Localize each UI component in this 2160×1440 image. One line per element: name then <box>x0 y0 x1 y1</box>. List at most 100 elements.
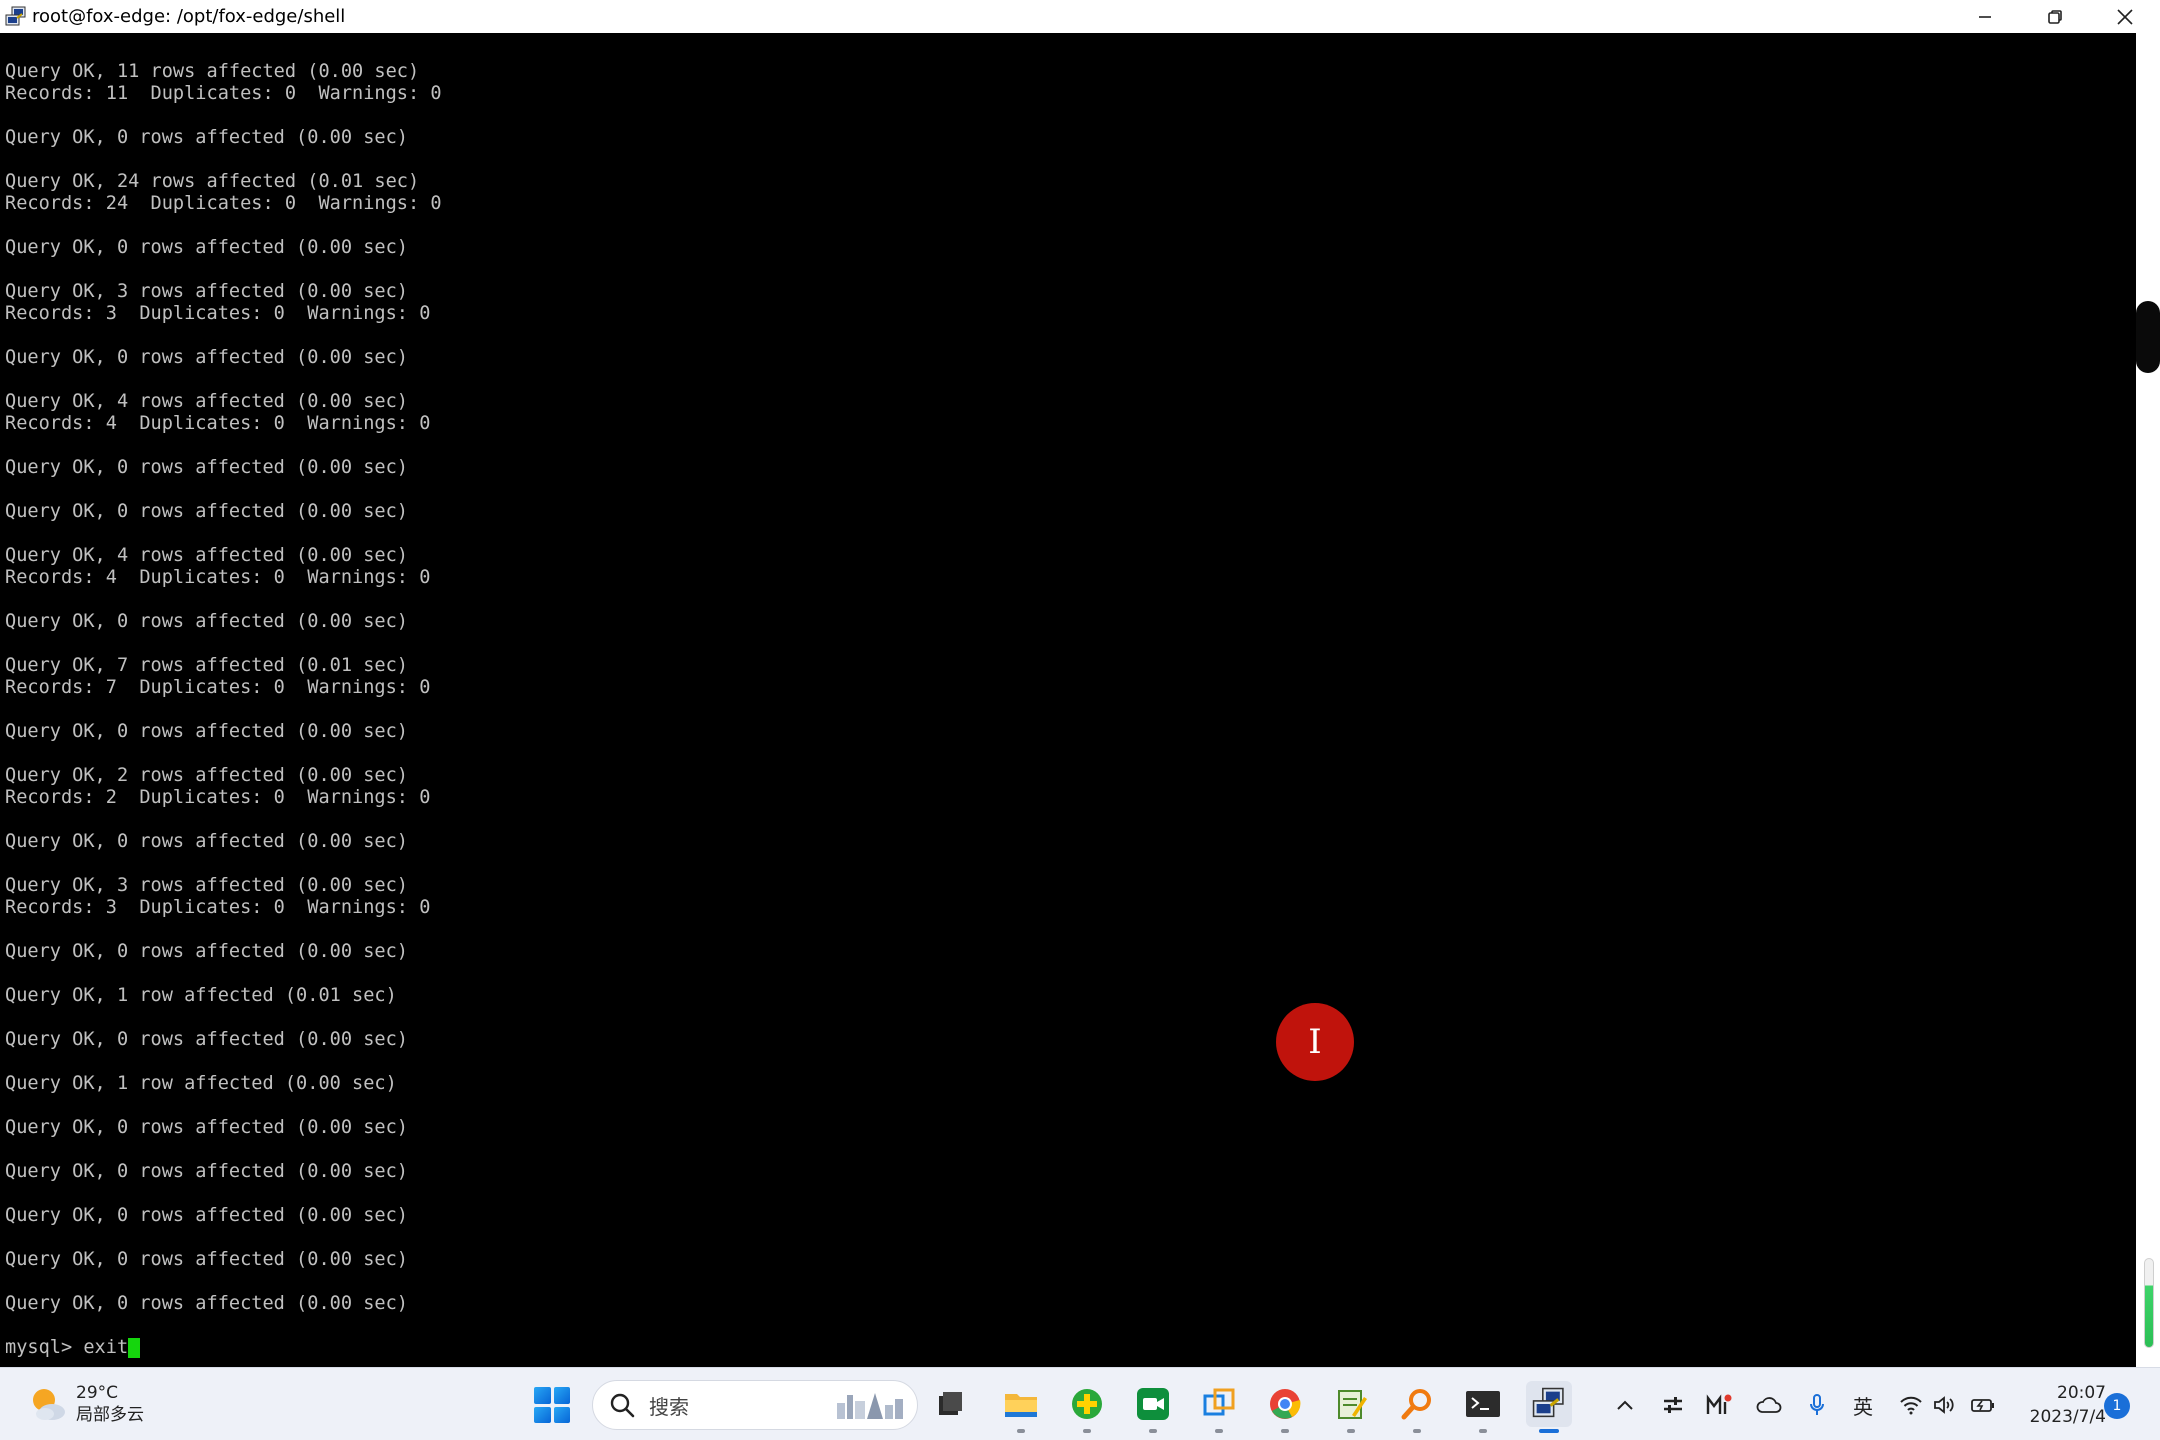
vertical-scrollbar[interactable] <box>2136 33 2160 1367</box>
window-title: root@fox-edge: /opt/fox-edge/shell <box>32 6 346 27</box>
taskbar-app-green-plus[interactable] <box>1064 1381 1110 1433</box>
taskbar-app-video-meeting[interactable] <box>1130 1381 1176 1433</box>
mysql-prompt[interactable]: mysql> exit <box>5 1337 442 1359</box>
taskbar-app-putty[interactable] <box>1526 1381 1572 1433</box>
terminal-line: Query OK, 3 rows affected (0.00 sec) <box>5 875 408 896</box>
taskbar-app-chrome[interactable] <box>1262 1381 1308 1433</box>
video-camera-icon <box>1137 1388 1169 1420</box>
taskbar: 29°C 局部多云 搜索 英 20:07 2023/7/4 1 <box>0 1367 2160 1440</box>
task-view-button[interactable] <box>928 1381 974 1427</box>
terminal-line: Records: 24 Duplicates: 0 Warnings: 0 <box>5 193 442 214</box>
taskbar-app-file-explorer[interactable] <box>998 1381 1044 1433</box>
terminal-line: Query OK, 1 row affected (0.01 sec) <box>5 985 397 1006</box>
close-icon <box>2117 8 2133 25</box>
terminal-line: Query OK, 0 rows affected (0.00 sec) <box>5 831 408 852</box>
green-plus-icon <box>1072 1389 1102 1419</box>
onedrive-cloud-icon[interactable] <box>1754 1390 1784 1420</box>
battery-icon[interactable] <box>1968 1390 1998 1420</box>
sliders-icon[interactable] <box>1658 1390 1688 1420</box>
wifi-icon[interactable] <box>1896 1390 1926 1420</box>
terminal-line: Query OK, 11 rows affected (0.00 sec) <box>5 61 420 82</box>
putty-icon <box>3 4 29 30</box>
folder-icon <box>1005 1394 1037 1417</box>
terminal-line: Query OK, 0 rows affected (0.00 sec) <box>5 347 408 368</box>
close-button[interactable] <box>2090 0 2160 33</box>
window-controls <box>1950 0 2160 33</box>
terminal-line: Query OK, 0 rows affected (0.00 sec) <box>5 1249 408 1270</box>
restore-button[interactable] <box>2020 0 2090 33</box>
taskbar-search[interactable]: 搜索 <box>592 1380 918 1430</box>
terminal-line: Query OK, 0 rows affected (0.00 sec) <box>5 501 408 522</box>
taskbar-app-remote-desktop[interactable] <box>1196 1381 1242 1433</box>
taskbar-app-notepad[interactable] <box>1328 1381 1374 1433</box>
search-icon <box>610 1393 635 1418</box>
task-view-icon <box>939 1392 962 1415</box>
notification-badge[interactable]: 1 <box>2104 1393 2130 1419</box>
search-placeholder: 搜索 <box>649 1394 689 1419</box>
start-button[interactable] <box>534 1387 570 1423</box>
chrome-icon <box>1270 1389 1301 1419</box>
weather-temperature: 29°C <box>76 1383 119 1403</box>
terminal-line: Query OK, 0 rows affected (0.00 sec) <box>5 1029 408 1050</box>
volume-level-indicator <box>2144 1258 2154 1348</box>
scrollbar-thumb[interactable] <box>2136 301 2160 373</box>
partly-cloudy-icon <box>28 1384 68 1424</box>
terminal-line: Query OK, 0 rows affected (0.00 sec) <box>5 721 408 742</box>
clock-date: 2023/7/4 <box>2029 1407 2106 1427</box>
terminal-line: Query OK, 2 rows affected (0.00 sec) <box>5 765 408 786</box>
notepad-icon <box>1338 1390 1367 1419</box>
input-language-indicator[interactable]: 英 <box>1848 1390 1878 1420</box>
microphone-icon[interactable] <box>1802 1390 1832 1420</box>
minimize-button[interactable] <box>1950 0 2020 33</box>
terminal-line: Query OK, 0 rows affected (0.00 sec) <box>5 1293 408 1314</box>
terminal-line: Records: 2 Duplicates: 0 Warnings: 0 <box>5 787 431 808</box>
terminal-line: Records: 4 Duplicates: 0 Warnings: 0 <box>5 413 431 434</box>
terminal-line: Query OK, 4 rows affected (0.00 sec) <box>5 391 408 412</box>
terminal-line: Query OK, 1 row affected (0.00 sec) <box>5 1073 397 1094</box>
terminal-line: Query OK, 3 rows affected (0.00 sec) <box>5 281 408 302</box>
restore-icon <box>2048 9 2062 24</box>
taskbar-app-search-tool[interactable] <box>1394 1381 1440 1433</box>
terminal-line: Query OK, 0 rows affected (0.00 sec) <box>5 611 408 632</box>
taskbar-app-terminal[interactable] <box>1460 1381 1506 1433</box>
terminal-line: Query OK, 24 rows affected (0.01 sec) <box>5 171 420 192</box>
text-cursor-icon: I <box>1308 1022 1322 1062</box>
terminal-line: Query OK, 0 rows affected (0.00 sec) <box>5 1205 408 1226</box>
terminal-line: Records: 3 Duplicates: 0 Warnings: 0 <box>5 303 431 324</box>
terminal-line: Records: 3 Duplicates: 0 Warnings: 0 <box>5 897 431 918</box>
terminal-output[interactable]: Query OK, 11 rows affected (0.00 sec) Rec… <box>0 33 2136 1367</box>
putty-icon <box>1532 1387 1564 1418</box>
text-cursor <box>128 1338 141 1358</box>
mouse-cursor-indicator: I <box>1276 1003 1354 1081</box>
search-highlight-icon <box>837 1393 903 1419</box>
volume-icon[interactable] <box>1930 1390 1960 1420</box>
terminal-line: Query OK, 7 rows affected (0.01 sec) <box>5 655 408 676</box>
terminal-line: Query OK, 4 rows affected (0.00 sec) <box>5 545 408 566</box>
prompt-text: mysql> exit <box>5 1337 129 1358</box>
taskbar-clock[interactable]: 20:07 2023/7/4 <box>2020 1381 2106 1429</box>
weather-widget[interactable]: 29°C 局部多云 <box>28 1382 144 1426</box>
mail-app-icon[interactable] <box>1704 1390 1734 1420</box>
terminal-line: Query OK, 0 rows affected (0.00 sec) <box>5 1117 408 1138</box>
terminal-line: Records: 4 Duplicates: 0 Warnings: 0 <box>5 567 431 588</box>
show-hidden-icons-chevron-up-icon[interactable] <box>1610 1390 1640 1420</box>
terminal-line: Query OK, 0 rows affected (0.00 sec) <box>5 1161 408 1182</box>
terminal-line: Records: 11 Duplicates: 0 Warnings: 0 <box>5 83 442 104</box>
